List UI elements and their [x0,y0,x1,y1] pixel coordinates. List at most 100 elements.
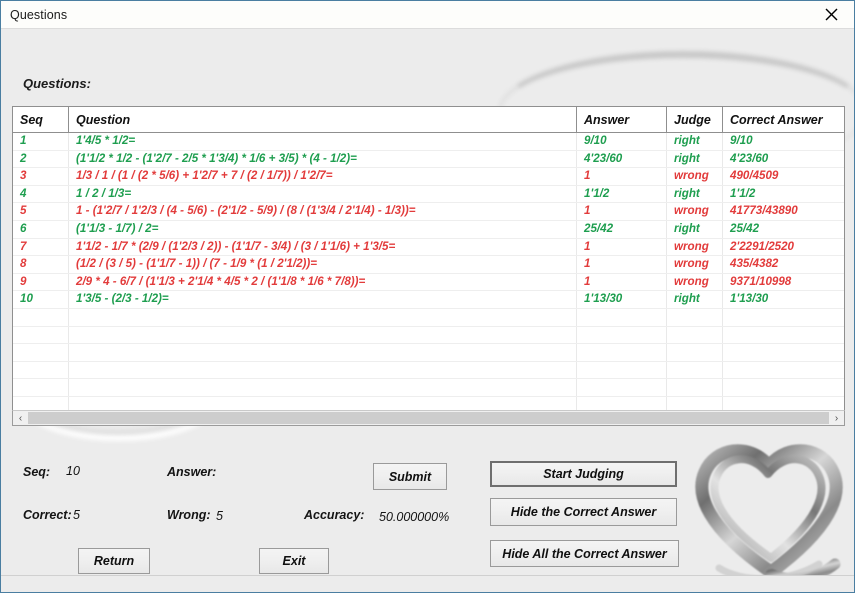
column-header-answer[interactable]: Answer [576,107,667,133]
cell-seq: 9 [13,273,69,292]
cell-question: (1/2 / (3 / 5) - (1'1/7 - 1)) / (7 - 1/9… [68,255,577,274]
cell-empty [722,308,844,327]
accuracy-label: Accuracy: [304,508,365,522]
cell-empty [13,343,69,362]
exit-button[interactable]: Exit [259,548,329,574]
status-bar [1,575,854,592]
table-header-row: Seq Question Answer Judge Correct Answer [13,107,844,133]
cell-empty [13,378,69,397]
cell-empty [666,361,723,380]
table-row-empty[interactable] [13,361,844,380]
cell-judge: wrong [666,202,723,221]
cell-question: (1'1/3 - 1/7) / 2= [68,220,577,239]
seq-value: 10 [66,464,80,478]
cell-empty [13,326,69,345]
cell-empty [666,326,723,345]
cell-answer: 9/10 [576,132,667,151]
cell-judge: right [666,132,723,151]
cell-answer: 1 [576,167,667,186]
cell-answer: 1 [576,202,667,221]
scroll-right-arrow-icon[interactable]: › [829,411,844,425]
cell-empty [722,326,844,345]
cell-empty [68,308,577,327]
cell-correct-answer: 25/42 [722,220,844,239]
cell-correct-answer: 9371/10998 [722,273,844,292]
table-row[interactable]: 51 - (1'2/7 / 1'2/3 / (4 - 5/6) - (2'1/2… [13,202,844,221]
cell-judge: right [666,290,723,309]
cell-question: 1'4/5 * 1/2= [68,132,577,151]
hide-all-correct-answer-button[interactable]: Hide All the Correct Answer [490,540,679,567]
cell-seq: 1 [13,132,69,151]
cell-correct-answer: 9/10 [722,132,844,151]
cell-judge: right [666,185,723,204]
cell-answer: 1'1/2 [576,185,667,204]
table-row[interactable]: 9 2/9 * 4 - 6/7 / (1'1/3 + 2'1/4 * 4/5 * … [13,273,844,292]
close-icon[interactable] [808,1,854,28]
table-row[interactable]: 8 (1/2 / (3 / 5) - (1'1/7 - 1)) / (7 - 1/… [13,255,844,274]
table-row[interactable]: 7 1'1/2 - 1/7 * (2/9 / (1'2/3 / 2)) - (1'… [13,238,844,257]
column-header-judge[interactable]: Judge [666,107,723,133]
cell-answer: 1'13/30 [576,290,667,309]
column-header-seq[interactable]: Seq [13,107,69,133]
cell-empty [576,308,667,327]
table-row[interactable]: 3 1/3 / 1 / (1 / (2 * 5/6) + 1'2/7 + 7 / … [13,167,844,186]
cell-empty [666,343,723,362]
table-row-empty[interactable] [13,378,844,397]
table-row[interactable]: 2 (1'1/2 * 1/2 - (1'2/7 - 2/5 * 1'3/4) * … [13,150,844,169]
cell-empty [722,361,844,380]
cell-empty [68,378,577,397]
cell-answer: 25/42 [576,220,667,239]
correct-count-label: Correct: [23,508,72,522]
cell-empty [68,326,577,345]
seq-label: Seq: [23,465,51,479]
table-row[interactable]: 41 / 2 / 1/3= 1'1/2 right 1'1/2 [13,185,844,204]
cell-judge: wrong [666,273,723,292]
scroll-left-arrow-icon[interactable]: ‹ [13,411,28,425]
table-row[interactable]: 10 1'3/5 - (2/3 - 1/2)= 1'13/30 right 1'13/3… [13,290,844,309]
submit-button[interactable]: Submit [373,463,447,490]
cell-answer: 1 [576,255,667,274]
wrong-count-value: 5 [216,509,223,523]
cell-empty [722,343,844,362]
cell-empty [68,343,577,362]
hide-correct-answer-button[interactable]: Hide the Correct Answer [490,498,677,526]
table-row[interactable]: 6 (1'1/3 - 1/7) / 2= 25/42 right 25/42 [13,220,844,239]
cell-judge: wrong [666,255,723,274]
heart-logo [689,432,851,587]
cell-question: 1'3/5 - (2/3 - 1/2)= [68,290,577,309]
cell-seq: 2 [13,150,69,169]
cell-question: (1'1/2 * 1/2 - (1'2/7 - 2/5 * 1'3/4) * 1… [68,150,577,169]
correct-count-value: 5 [73,508,80,522]
cell-empty [68,361,577,380]
cell-answer: 1 [576,238,667,257]
scrollbar-thumb[interactable] [28,412,829,424]
table-row-empty[interactable] [13,326,844,345]
cell-correct-answer: 435/4382 [722,255,844,274]
table-body: 1 1'4/5 * 1/2= 9/10 right 9/10 2 (1'1/2 * 1/2 … [13,132,844,423]
column-header-question[interactable]: Question [68,107,577,133]
cell-empty [666,378,723,397]
table-row-empty[interactable] [13,308,844,327]
cell-seq: 5 [13,202,69,221]
cell-empty [722,378,844,397]
questions-section-label: Questions: [23,76,91,91]
questions-window: Questions Questions: Seq Question Answer [0,0,855,593]
return-button[interactable]: Return [78,548,150,574]
cell-empty [13,361,69,380]
cell-seq: 7 [13,238,69,257]
horizontal-scrollbar[interactable]: ‹ › [12,410,845,426]
cell-answer: 1 [576,273,667,292]
cell-correct-answer: 41773/43890 [722,202,844,221]
table-row-empty[interactable] [13,343,844,362]
start-judging-button[interactable]: Start Judging [490,461,677,487]
cell-question: 1 / 2 / 1/3= [68,185,577,204]
cell-judge: wrong [666,238,723,257]
accuracy-value: 50.000000% [379,510,450,524]
table-row[interactable]: 1 1'4/5 * 1/2= 9/10 right 9/10 [13,132,844,151]
questions-grid[interactable]: Seq Question Answer Judge Correct Answer… [12,106,845,424]
cell-empty [13,308,69,327]
cell-empty [666,308,723,327]
cell-question: 1'1/2 - 1/7 * (2/9 / (1'2/3 / 2)) - (1'1… [68,238,577,257]
cell-empty [576,361,667,380]
column-header-correct-answer[interactable]: Correct Answer [722,107,844,133]
